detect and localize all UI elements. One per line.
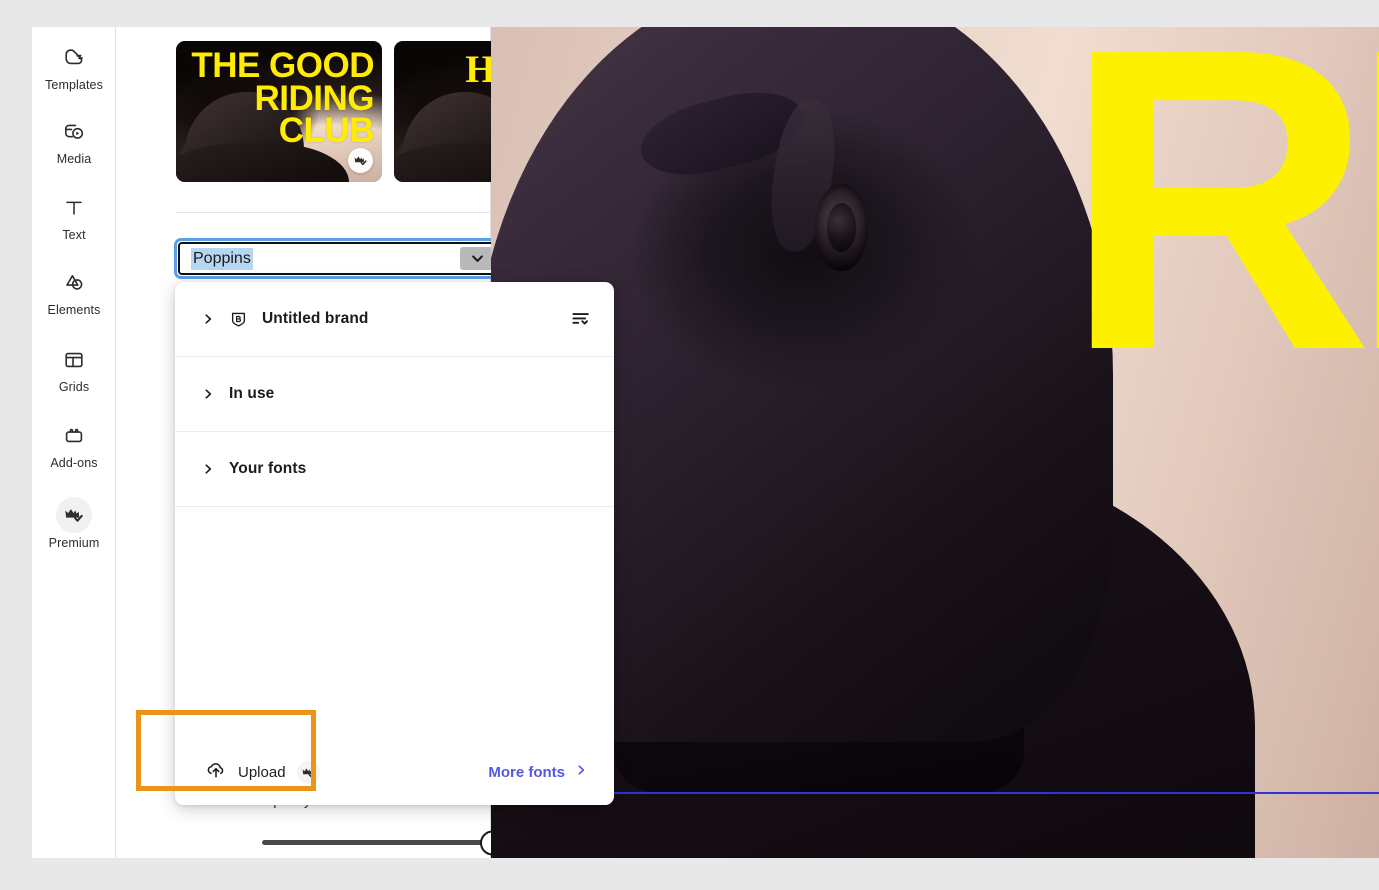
chevron-right-icon [201, 462, 215, 476]
sidebar-item-elements[interactable]: Elements [32, 266, 116, 318]
opacity-slider[interactable] [262, 830, 505, 855]
templates-icon [57, 41, 91, 75]
sidebar-item-text[interactable]: Text [32, 191, 116, 243]
font-section-untitled-brand[interactable]: Untitled brand [175, 282, 614, 357]
canvas-helmet-pivot [815, 183, 868, 272]
sidebar-item-label: Premium [48, 536, 100, 550]
grids-icon [57, 343, 91, 377]
font-dropdown-footer: Upload More fonts [175, 739, 614, 805]
template-thumbnail[interactable]: THE GOOD RIDING CLUB [176, 41, 382, 182]
sidebar-item-media[interactable]: Media [32, 115, 116, 167]
app-window: Templates Media Text Elements Grids Add-… [32, 27, 1379, 858]
sort-icon[interactable] [570, 308, 592, 330]
chevron-right-icon [574, 763, 588, 781]
sidebar-item-label: Grids [58, 380, 90, 394]
media-icon [57, 115, 91, 149]
left-sidebar: Templates Media Text Elements Grids Add-… [32, 27, 116, 858]
cloud-upload-icon [205, 759, 227, 786]
font-section-your-fonts[interactable]: Your fonts [175, 432, 614, 507]
premium-crown-icon [348, 148, 373, 173]
more-fonts-label: More fonts [488, 763, 565, 781]
premium-crown-icon [296, 760, 320, 784]
font-section-label: Untitled brand [262, 310, 369, 327]
font-family-select-focus-ring: Poppins [174, 238, 504, 279]
chevron-right-icon [201, 312, 215, 326]
more-fonts-link[interactable]: More fonts [488, 763, 588, 781]
thumbnail-title-line3: CLUB [278, 111, 375, 151]
text-selection-line[interactable] [592, 792, 1379, 794]
upload-button[interactable]: Upload [205, 759, 320, 786]
addons-icon [57, 419, 91, 453]
upload-label: Upload [238, 763, 286, 781]
sidebar-item-grids[interactable]: Grids [32, 343, 116, 395]
canvas-helmet-pivot-inner [826, 202, 857, 253]
brand-shield-icon [229, 310, 248, 329]
font-dropdown-panel: Untitled brand In use Your fonts Upload … [175, 282, 614, 805]
sidebar-item-label: Text [62, 228, 86, 242]
sidebar-item-premium[interactable]: Premium [32, 497, 116, 551]
font-dropdown-list-body [175, 507, 614, 758]
sidebar-item-label: Add-ons [50, 456, 98, 470]
font-family-select[interactable]: Poppins [178, 242, 500, 275]
sidebar-item-label: Media [56, 152, 92, 166]
font-family-value[interactable]: Poppins [191, 247, 253, 270]
chevron-right-icon [201, 387, 215, 401]
text-icon [57, 191, 91, 225]
sidebar-item-label: Templates [45, 78, 103, 92]
design-canvas[interactable]: R I [491, 27, 1379, 858]
sidebar-item-templates[interactable]: Templates [32, 41, 116, 93]
elements-icon [57, 266, 91, 300]
panel-divider [176, 212, 496, 213]
font-section-in-use[interactable]: In use [175, 357, 614, 432]
sidebar-item-add-ons[interactable]: Add-ons [32, 419, 116, 471]
font-section-label: In use [229, 385, 275, 402]
chevron-down-icon[interactable] [460, 247, 495, 270]
font-section-label: Your fonts [229, 460, 307, 477]
thumbnail-title: THE GOOD RIDING CLUB [176, 46, 382, 151]
canvas-letter-i[interactable]: I [1348, 27, 1379, 415]
canvas-letter-r[interactable]: R [1063, 27, 1374, 415]
premium-crown-icon [56, 497, 92, 533]
sidebar-item-label: Elements [47, 303, 101, 317]
thumbnail-title-line1: THE GOOD [191, 46, 374, 85]
